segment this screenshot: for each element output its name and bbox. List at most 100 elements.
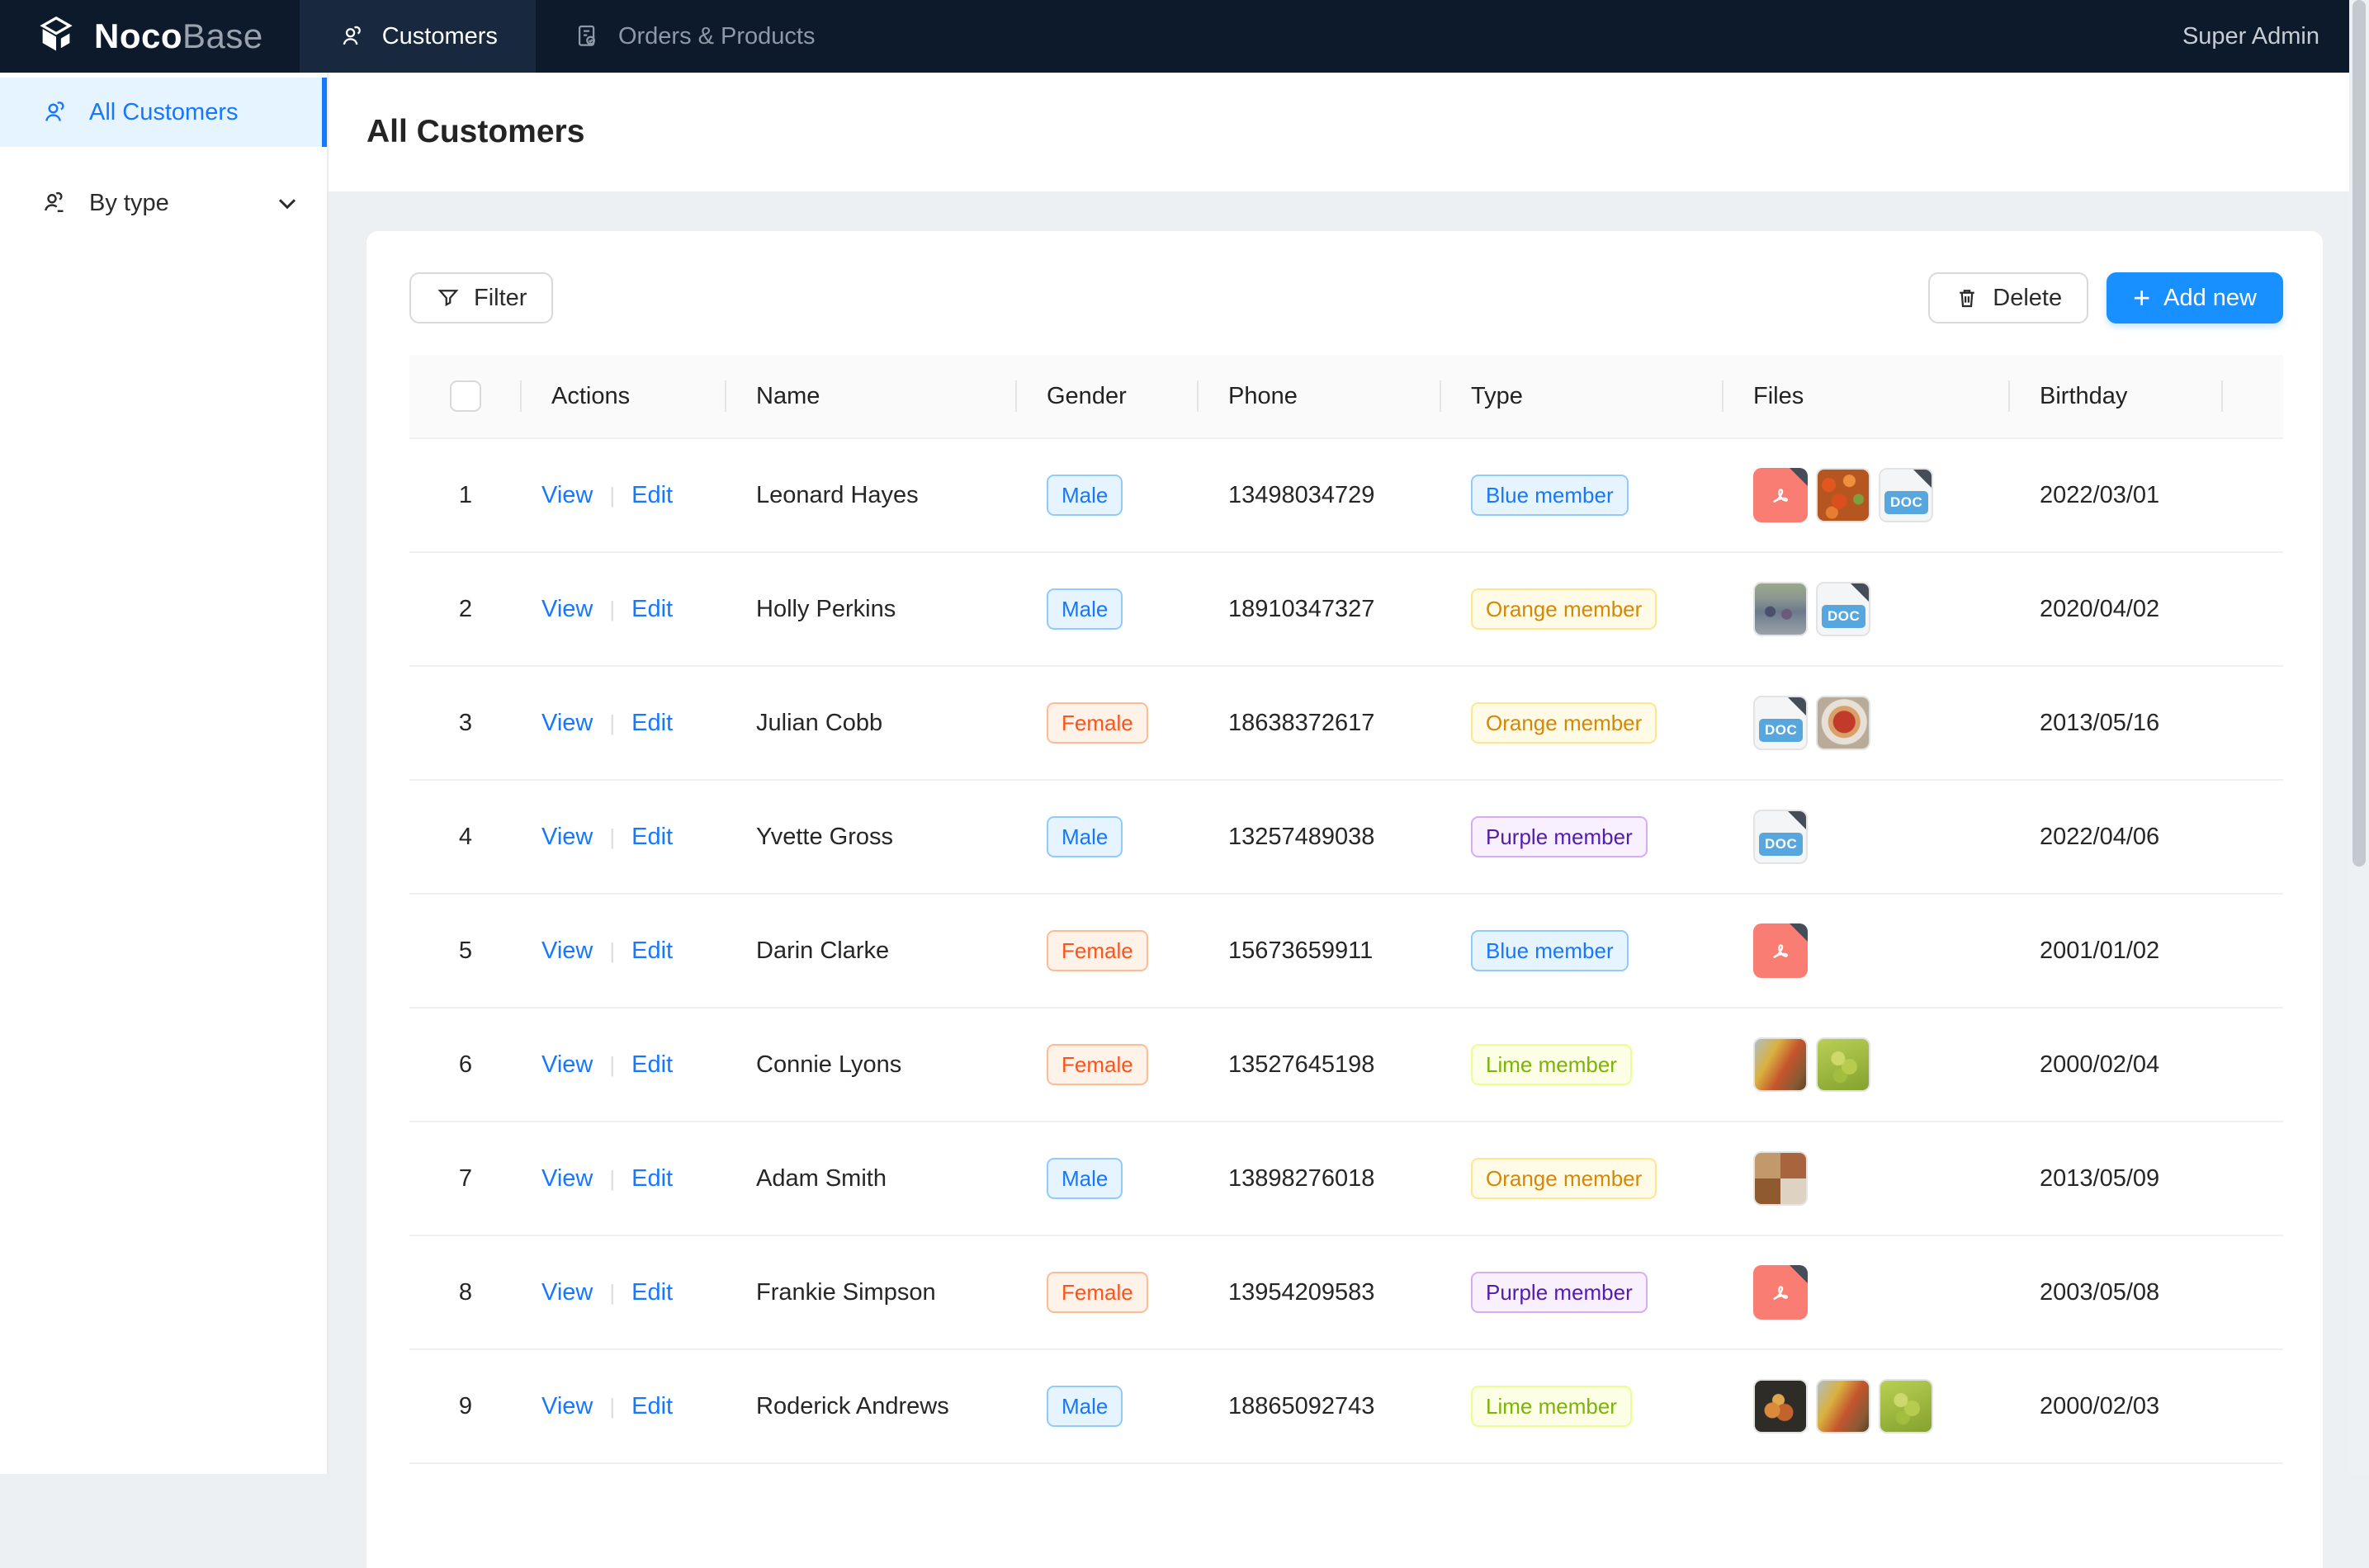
image-thumbnail[interactable] — [1816, 468, 1870, 522]
gender-cell: Female — [1017, 1044, 1199, 1085]
tab-customers[interactable]: Customers — [300, 0, 536, 73]
customer-name: Frankie Simpson — [756, 1279, 936, 1306]
edit-link[interactable]: Edit — [631, 1393, 673, 1420]
phone-number: 13898276018 — [1228, 1165, 1374, 1193]
view-link[interactable]: View — [541, 596, 593, 623]
doc-file-icon[interactable]: DOC — [1753, 696, 1808, 750]
users-icon — [40, 97, 69, 127]
table-row: 6View|EditConnie LyonsFemale13527645198L… — [409, 1008, 2283, 1122]
view-link[interactable]: View — [541, 482, 593, 509]
row-index-cell[interactable]: 5 — [409, 937, 522, 965]
edit-link[interactable]: Edit — [631, 937, 673, 965]
gender-cell: Female — [1017, 930, 1199, 971]
column-header-files: Files — [1724, 355, 2010, 437]
phone-number: 18865092743 — [1228, 1393, 1374, 1420]
image-thumbnail[interactable] — [1816, 1379, 1870, 1433]
view-link[interactable]: View — [541, 937, 593, 965]
phone-number: 15673659911 — [1228, 937, 1373, 965]
page-header: All Customers — [329, 73, 2369, 191]
edit-link[interactable]: Edit — [631, 596, 673, 623]
column-header-type: Type — [1441, 355, 1724, 437]
edit-link[interactable]: Edit — [631, 710, 673, 737]
birthday-value: 2001/01/02 — [2040, 937, 2159, 965]
image-thumbnail[interactable] — [1816, 1037, 1870, 1092]
table-row: 5View|Edit Darin Clarke Female 15673659911 B… — [409, 895, 2283, 1008]
edit-link[interactable]: Edit — [631, 482, 673, 509]
birthday-value: 2013/05/09 — [2040, 1165, 2159, 1193]
sidebar-item-by-type[interactable]: By type — [0, 168, 327, 238]
view-link[interactable]: View — [541, 1165, 593, 1193]
row-index-cell[interactable]: 3 — [409, 710, 522, 737]
member-type-badge: Blue member — [1471, 930, 1629, 971]
customer-name: Connie Lyons — [756, 1051, 901, 1079]
view-link[interactable]: View — [541, 1393, 593, 1420]
row-index-cell[interactable]: 2 — [409, 596, 522, 623]
row-index: 6 — [459, 1051, 472, 1079]
customers-table: Actions Name Gender Phone Type Files Bir… — [409, 355, 2283, 1464]
nocobase-cube-icon — [33, 13, 79, 59]
tab-orders-products[interactable]: Orders & Products — [536, 0, 854, 73]
image-thumbnail[interactable] — [1816, 696, 1870, 750]
filter-button[interactable]: Filter — [409, 272, 553, 324]
image-thumbnail[interactable] — [1753, 1151, 1808, 1206]
add-new-button[interactable]: + Add new — [2107, 272, 2283, 324]
phone-cell: 13954209583 — [1199, 1279, 1441, 1306]
actions-divider: | — [609, 597, 615, 622]
image-thumbnail[interactable] — [1753, 1037, 1808, 1092]
row-index-cell[interactable]: 7 — [409, 1165, 522, 1193]
pdf-file-icon[interactable] — [1753, 468, 1808, 522]
pdf-file-icon[interactable] — [1753, 923, 1808, 978]
filter-button-label: Filter — [474, 285, 527, 312]
edit-link[interactable]: Edit — [631, 824, 673, 851]
row-index: 4 — [459, 824, 472, 851]
image-thumbnail[interactable] — [1753, 1379, 1808, 1433]
view-link[interactable]: View — [541, 1279, 593, 1306]
navbar-tabs: Customers Orders & Products — [300, 0, 854, 73]
doc-file-icon[interactable]: DOC — [1816, 582, 1870, 636]
edit-link[interactable]: Edit — [631, 1279, 673, 1306]
member-type-badge: Blue member — [1471, 475, 1629, 516]
doc-file-icon[interactable]: DOC — [1879, 468, 1933, 522]
row-index-cell[interactable]: 6 — [409, 1051, 522, 1079]
birthday-cell: 2022/03/01 — [2010, 482, 2223, 509]
row-index-cell[interactable]: 9 — [409, 1393, 522, 1420]
scrollbar-thumb[interactable] — [2352, 0, 2366, 867]
customer-name: Yvette Gross — [756, 824, 893, 851]
files-cell: DOC — [1724, 468, 2010, 522]
edit-link[interactable]: Edit — [631, 1165, 673, 1193]
view-link[interactable]: View — [541, 1051, 593, 1079]
table-row: 7View|EditAdam SmithMale13898276018Orang… — [409, 1122, 2283, 1236]
birthday-value: 2013/05/16 — [2040, 710, 2159, 737]
customer-name: Darin Clarke — [756, 937, 889, 965]
select-all-checkbox[interactable] — [450, 380, 481, 412]
page-scrollbar[interactable] — [2349, 0, 2369, 1474]
row-index-cell[interactable]: 8 — [409, 1279, 522, 1306]
row-actions-cell: View|Edit — [522, 937, 726, 965]
files-cell: DOC — [1724, 696, 2010, 750]
column-header-empty — [2223, 355, 2283, 437]
member-type-badge: Orange member — [1471, 588, 1657, 630]
nocobase-logo[interactable]: NocoBase — [0, 0, 300, 73]
doc-file-icon[interactable]: DOC — [1753, 810, 1808, 864]
doc-badge: DOC — [1759, 833, 1803, 856]
user-menu[interactable]: Super Admin — [2182, 0, 2369, 73]
delete-button[interactable]: Delete — [1928, 272, 2088, 324]
row-index-cell[interactable]: 4 — [409, 824, 522, 851]
sidebar-item-all-customers[interactable]: All Customers — [0, 78, 327, 147]
birthday-value: 2000/02/03 — [2040, 1393, 2159, 1420]
edit-link[interactable]: Edit — [631, 1051, 673, 1079]
phone-cell: 18638372617 — [1199, 710, 1441, 737]
birthday-value: 2003/05/08 — [2040, 1279, 2159, 1306]
customers-card: Filter Delete + Add new — [366, 231, 2323, 1568]
row-index: 3 — [459, 710, 472, 737]
users-icon — [338, 22, 366, 50]
sidebar: All Customers By type — [0, 73, 329, 1474]
row-index-cell[interactable]: 1 — [409, 482, 522, 509]
pdf-file-icon[interactable] — [1753, 1265, 1808, 1320]
view-link[interactable]: View — [541, 710, 593, 737]
image-thumbnail[interactable] — [1753, 582, 1808, 636]
view-link[interactable]: View — [541, 824, 593, 851]
image-thumbnail[interactable] — [1879, 1379, 1933, 1433]
gender-badge: Female — [1047, 1272, 1148, 1313]
doc-badge: DOC — [1759, 719, 1803, 742]
